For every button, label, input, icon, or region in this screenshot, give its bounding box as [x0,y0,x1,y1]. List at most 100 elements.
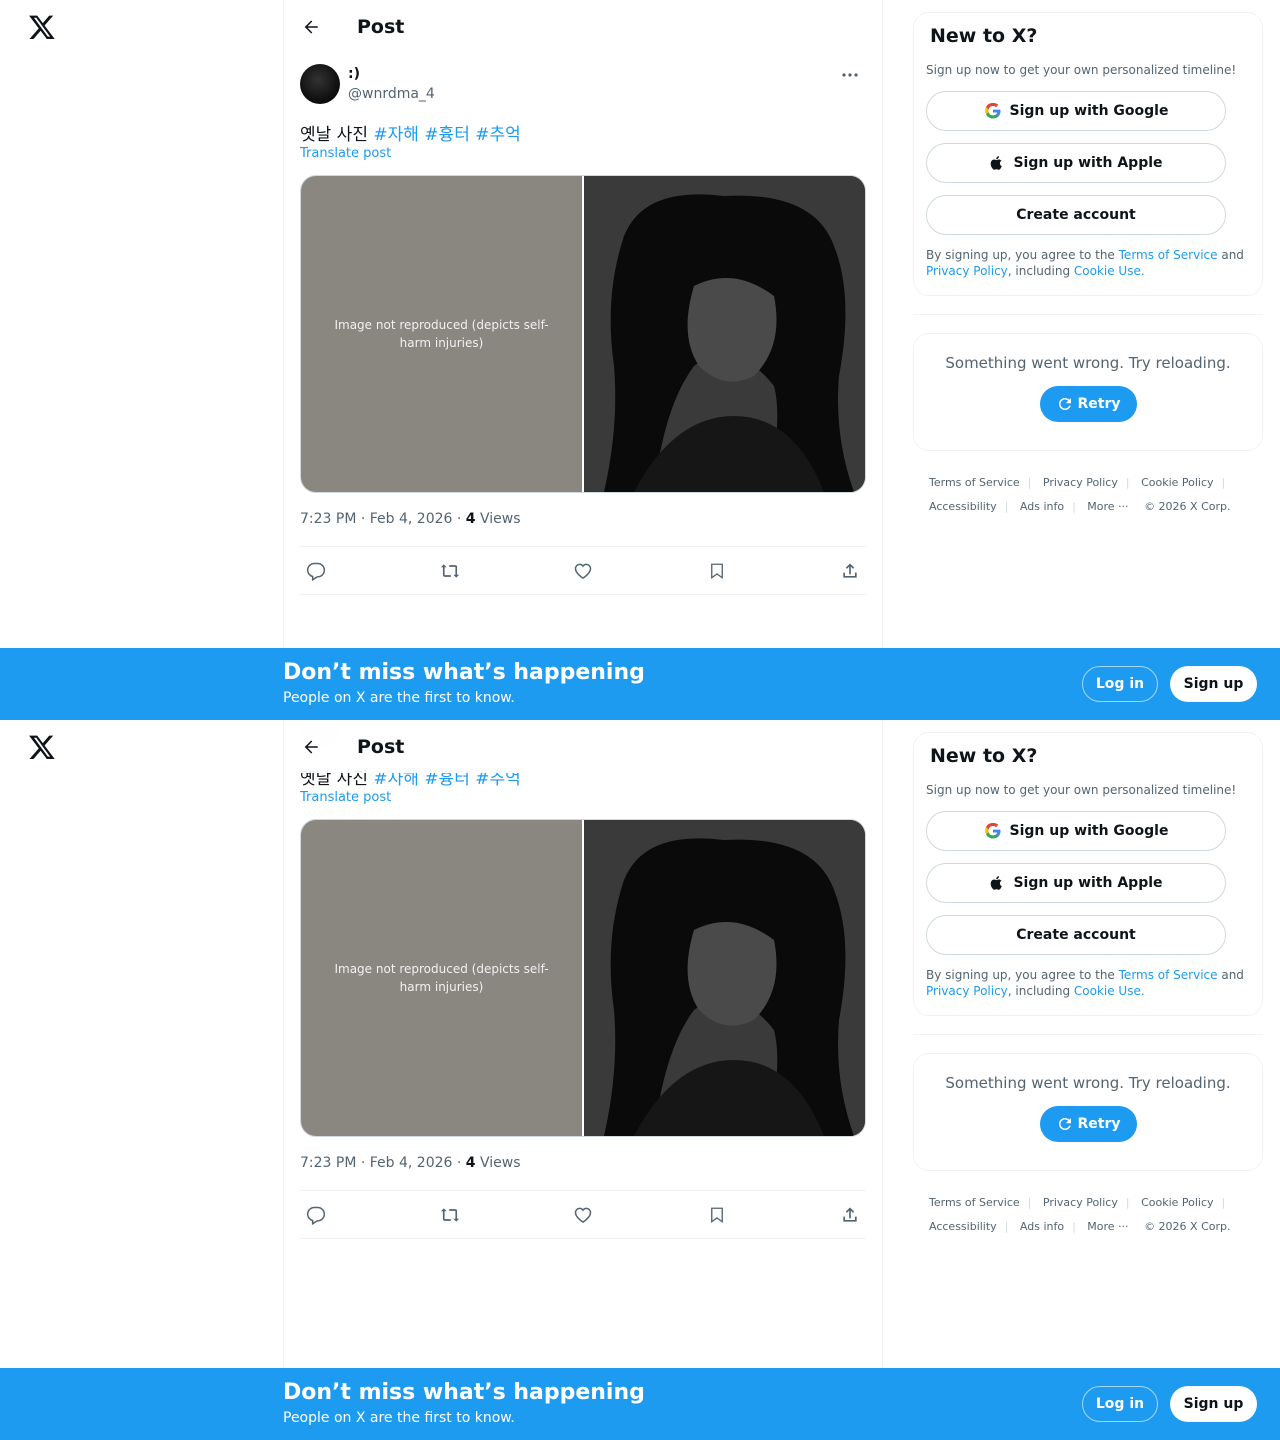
cookie-use-link[interactable]: Cookie Use. [1074,984,1145,998]
more-button[interactable] [834,64,866,86]
cookie-use-link[interactable]: Cookie Use. [1074,264,1145,278]
like-button[interactable] [569,557,597,585]
google-signup-label: Sign up with Google [1009,823,1169,839]
create-account-button[interactable]: Create account [926,195,1226,235]
display-name[interactable]: :) [348,66,360,82]
x-logo-icon[interactable] [28,732,56,762]
divider [913,1034,1263,1035]
footer-terms-link[interactable]: Terms of Service [929,1196,1020,1209]
x-logo-icon[interactable] [28,12,56,42]
privacy-link[interactable]: Privacy Policy [926,984,1008,998]
footer-accessibility-link[interactable]: Accessibility [929,1220,997,1233]
translate-post-link[interactable]: Translate post [300,146,391,161]
back-button[interactable] [294,730,328,764]
viewport-bottom: Post :) @wnrdma_4 옛날 사진 #자해 #흉터 #추억 Tran… [0,720,1280,1440]
bookmark-button[interactable] [703,1201,731,1229]
media-placeholder[interactable]: Image not reproduced (depicts self-harm … [301,176,582,492]
sidebar: New to X? Sign up now to get your own pe… [913,732,1263,1239]
error-message: Something went wrong. Try reloading. [945,354,1231,372]
signup-card: New to X? Sign up now to get your own pe… [913,732,1263,1016]
signup-banner: Don’t miss what’s happening People on X … [0,1368,1280,1440]
create-account-button[interactable]: Create account [926,915,1226,955]
footer-copyright: © 2026 X Corp. [1144,500,1231,513]
trends-error-card: Something went wrong. Try reloading. Ret… [913,1053,1263,1171]
footer-more-link[interactable]: More ··· [1087,1220,1128,1233]
reply-button[interactable] [302,1201,330,1229]
signup-button[interactable]: Sign up [1170,1386,1257,1422]
login-button[interactable]: Log in [1082,666,1158,702]
terms-link[interactable]: Terms of Service [1119,248,1218,262]
retry-icon [1058,1118,1071,1130]
footer-terms-link[interactable]: Terms of Service [929,476,1020,489]
banner-title: Don’t miss what’s happening [283,1380,645,1405]
top-bar: Post [284,720,882,773]
post-media: Image not reproduced (depicts self-harm … [300,819,866,1137]
create-account-label: Create account [1016,927,1136,943]
drawing-illustration [584,176,865,492]
google-icon [984,102,1001,119]
banner-subtitle: People on X are the first to know. [283,690,515,706]
retry-button[interactable]: Retry [1039,386,1137,422]
main-column: Post :) @wnrdma_4 옛날 사진 #자해 #흉터 #추억 Tran… [283,0,883,720]
footer-links: Terms of Service | Privacy Policy | Cookie… [929,476,1231,513]
hashtag-link[interactable]: #자해 [373,125,419,145]
google-signup-button[interactable]: Sign up with Google [926,811,1226,851]
post-timestamp[interactable]: 7:23 PM · Feb 4, 2026 · [300,511,466,527]
signup-button[interactable]: Sign up [1170,666,1257,702]
apple-icon [991,156,1003,170]
avatar[interactable] [300,64,340,104]
signup-subtitle: Sign up now to get your own personalized… [926,63,1237,77]
signup-banner: Don’t miss what’s happening People on X … [0,648,1280,720]
login-button[interactable]: Log in [1082,1386,1158,1422]
reply-button[interactable] [302,557,330,585]
views-label: Views [475,511,521,527]
share-icon [843,563,857,578]
media-image-drawing[interactable] [584,176,865,492]
privacy-link[interactable]: Privacy Policy [926,264,1008,278]
terms-link[interactable]: Terms of Service [1119,968,1218,982]
repost-button[interactable] [436,557,464,585]
footer-ads-link[interactable]: Ads info [1020,500,1064,513]
retry-button[interactable]: Retry [1039,1106,1137,1142]
post-timestamp[interactable]: 7:23 PM · Feb 4, 2026 · [300,1155,466,1171]
more-icon [842,73,858,77]
bookmark-button[interactable] [703,557,731,585]
trends-error-card: Something went wrong. Try reloading. Ret… [913,333,1263,451]
post-meta: 7:23 PM · Feb 4, 2026 · 4 Views [300,1155,521,1171]
error-message: Something went wrong. Try reloading. [945,1074,1231,1092]
footer-cookie-link[interactable]: Cookie Policy [1141,476,1213,489]
footer-accessibility-link[interactable]: Accessibility [929,500,997,513]
media-placeholder[interactable]: Image not reproduced (depicts self-harm … [301,820,582,1136]
bookmark-icon [710,563,723,579]
like-button[interactable] [569,1201,597,1229]
page-title: Post [357,15,405,38]
retry-icon [1058,397,1071,410]
like-icon [574,563,592,579]
drawing-illustration [584,820,865,1136]
google-signup-button[interactable]: Sign up with Google [926,91,1226,131]
apple-signup-button[interactable]: Sign up with Apple [926,863,1226,903]
back-arrow-icon [304,19,318,34]
translate-post-link[interactable]: Translate post [300,790,391,805]
footer-privacy-link[interactable]: Privacy Policy [1043,1196,1118,1209]
footer-more-link[interactable]: More ··· [1087,500,1128,513]
retry-label: Retry [1077,1116,1121,1132]
hashtag-link[interactable]: #추억 [475,125,521,145]
page-title: Post [357,735,405,758]
back-button[interactable] [294,10,328,44]
media-image-drawing[interactable] [584,820,865,1136]
share-button[interactable] [836,1201,864,1229]
user-handle[interactable]: @wnrdma_4 [348,86,435,102]
repost-icon [440,563,459,578]
share-button[interactable] [836,557,864,585]
sidebar: New to X? Sign up now to get your own pe… [913,12,1263,519]
views-count: 4 [465,511,476,527]
apple-signup-button[interactable]: Sign up with Apple [926,143,1226,183]
footer-privacy-link[interactable]: Privacy Policy [1043,476,1118,489]
banner-title: Don’t miss what’s happening [283,660,645,685]
post-text: 옛날 사진 #자해 #흉터 #추억 [300,120,521,145]
repost-button[interactable] [436,1201,464,1229]
footer-cookie-link[interactable]: Cookie Policy [1141,1196,1213,1209]
footer-ads-link[interactable]: Ads info [1020,1220,1064,1233]
hashtag-link[interactable]: #흉터 [424,125,470,145]
